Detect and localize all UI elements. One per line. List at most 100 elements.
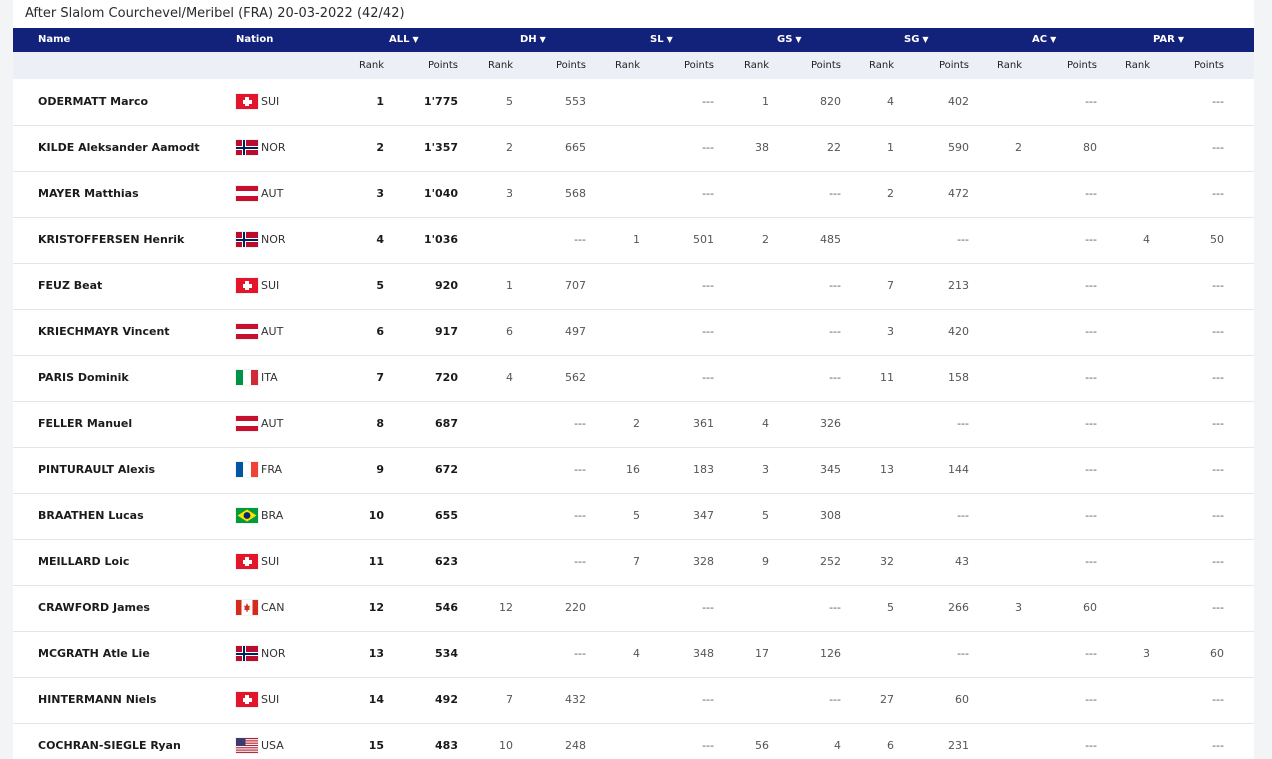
athlete-name-link[interactable]: KILDE Aleksander Aamodt bbox=[38, 125, 200, 170]
dh-points: 497 bbox=[565, 325, 586, 338]
table-row[interactable]: KILDE Aleksander Aamodt NOR 2 1'357 2 665 --- 3… bbox=[13, 125, 1254, 172]
sg-points: 43 bbox=[955, 555, 969, 568]
athlete-name-link[interactable]: ODERMATT Marco bbox=[38, 79, 148, 124]
sl-rank: 7 bbox=[633, 555, 640, 568]
table-row[interactable]: ODERMATT Marco SUI 1 1'775 5 553 --- 1 820 4 402 --… bbox=[13, 79, 1254, 126]
header-sort-sl[interactable]: SL ▼ bbox=[650, 28, 673, 52]
table-row[interactable]: MAYER Matthias AUT 3 1'040 3 568 --- --- 2 472 ---… bbox=[13, 171, 1254, 218]
par-points: --- bbox=[1212, 95, 1224, 108]
dh-points: 248 bbox=[565, 739, 586, 752]
gs-points: 126 bbox=[820, 647, 841, 660]
par-points: --- bbox=[1212, 279, 1224, 292]
par-points: --- bbox=[1212, 739, 1224, 752]
header-sort-gs[interactable]: GS ▼ bbox=[777, 28, 802, 52]
gs-points: 308 bbox=[820, 509, 841, 522]
subheader-rank-sg: Rank bbox=[869, 60, 894, 71]
table-row[interactable]: FELLER Manuel AUT 8 687 --- 2 361 4 326 --- --- --- bbox=[13, 401, 1254, 448]
table-row[interactable]: MEILLARD Loic SUI 11 623 --- 7 328 9 252 32 43 --- -… bbox=[13, 539, 1254, 586]
gs-points: 485 bbox=[820, 233, 841, 246]
gs-points: --- bbox=[829, 371, 841, 384]
gs-rank: 2 bbox=[762, 233, 769, 246]
table-row[interactable]: PINTURAULT Alexis FRA 9 672 --- 16 183 3 345 13 14… bbox=[13, 447, 1254, 494]
table-row[interactable]: KRISTOFFERSEN Henrik NOR 4 1'036 --- 1 501 2 485… bbox=[13, 217, 1254, 264]
all-points: 1'357 bbox=[424, 141, 458, 154]
flag-sui-icon bbox=[236, 94, 258, 109]
header-sort-all[interactable]: ALL ▼ bbox=[389, 28, 419, 52]
gs-points: 4 bbox=[834, 739, 841, 752]
subheader-rank-all: Rank bbox=[359, 60, 384, 71]
dh-rank: 3 bbox=[506, 187, 513, 200]
all-rank: 6 bbox=[376, 325, 384, 338]
table-row[interactable]: HINTERMANN Niels SUI 14 492 7 432 --- --- 27 60 --… bbox=[13, 677, 1254, 724]
ac-points: --- bbox=[1085, 509, 1097, 522]
dh-points: 562 bbox=[565, 371, 586, 384]
subheader-rank-sl: Rank bbox=[615, 60, 640, 71]
table-row[interactable]: KRIECHMAYR Vincent AUT 6 917 6 497 --- --- 3 420 -… bbox=[13, 309, 1254, 356]
sg-points: --- bbox=[957, 417, 969, 430]
table-row[interactable]: CRAWFORD James CAN 12 546 12 220 --- --- 5 266 3 60… bbox=[13, 585, 1254, 632]
athlete-name-link[interactable]: KRISTOFFERSEN Henrik bbox=[38, 217, 184, 262]
sl-points: 183 bbox=[693, 463, 714, 476]
sl-points: --- bbox=[702, 371, 714, 384]
ac-points: --- bbox=[1085, 555, 1097, 568]
sg-rank: 27 bbox=[880, 693, 894, 706]
gs-rank: 1 bbox=[762, 95, 769, 108]
all-rank: 7 bbox=[376, 371, 384, 384]
all-points: 1'775 bbox=[424, 95, 458, 108]
athlete-name-link[interactable]: MCGRATH Atle Lie bbox=[38, 631, 150, 676]
athlete-name-link[interactable]: CRAWFORD James bbox=[38, 585, 150, 630]
header-sort-par[interactable]: PAR ▼ bbox=[1153, 28, 1184, 52]
header-sort-sg[interactable]: SG ▼ bbox=[904, 28, 929, 52]
par-points: --- bbox=[1212, 371, 1224, 384]
athlete-name-link[interactable]: HINTERMANN Niels bbox=[38, 677, 156, 722]
dh-points: 665 bbox=[565, 141, 586, 154]
header-sort-dh[interactable]: DH ▼ bbox=[520, 28, 546, 52]
subheader-points-ac: Points bbox=[1066, 60, 1097, 71]
gs-rank: 17 bbox=[755, 647, 769, 660]
all-points: 1'040 bbox=[424, 187, 458, 200]
sg-points: 158 bbox=[948, 371, 969, 384]
athlete-name-link[interactable]: MAYER Matthias bbox=[38, 171, 139, 216]
table-row[interactable]: BRAATHEN Lucas BRA 10 655 --- 5 347 5 308 --- --- -… bbox=[13, 493, 1254, 540]
gs-points: 345 bbox=[820, 463, 841, 476]
athlete-name-link[interactable]: COCHRAN-SIEGLE Ryan bbox=[38, 723, 181, 759]
sl-points: --- bbox=[702, 601, 714, 614]
sort-down-icon: ▼ bbox=[539, 35, 546, 44]
flag-can-icon bbox=[236, 600, 258, 615]
ac-points: --- bbox=[1085, 647, 1097, 660]
sl-points: --- bbox=[702, 739, 714, 752]
par-points: --- bbox=[1212, 693, 1224, 706]
nation-code: SUI bbox=[261, 555, 280, 568]
sl-points: --- bbox=[702, 141, 714, 154]
table-row[interactable]: COCHRAN-SIEGLE Ryan USA 15 483 10 248 --- 56 4 6 2… bbox=[13, 723, 1254, 759]
sl-points: 361 bbox=[693, 417, 714, 430]
sg-points: --- bbox=[957, 647, 969, 660]
par-rank: 4 bbox=[1143, 233, 1150, 246]
table-row[interactable]: FEUZ Beat SUI 5 920 1 707 --- --- 7 213 --- --- bbox=[13, 263, 1254, 310]
sg-points: --- bbox=[957, 233, 969, 246]
ac-points: --- bbox=[1085, 739, 1097, 752]
athlete-name-link[interactable]: PINTURAULT Alexis bbox=[38, 447, 155, 492]
par-points: --- bbox=[1212, 187, 1224, 200]
athlete-name-link[interactable]: BRAATHEN Lucas bbox=[38, 493, 144, 538]
athlete-name-link[interactable]: PARIS Dominik bbox=[38, 355, 129, 400]
athlete-name-link[interactable]: KRIECHMAYR Vincent bbox=[38, 309, 170, 354]
all-rank: 4 bbox=[376, 233, 384, 246]
par-points: --- bbox=[1212, 555, 1224, 568]
sg-points: 402 bbox=[948, 95, 969, 108]
sl-points: 347 bbox=[693, 509, 714, 522]
all-points: 483 bbox=[435, 739, 458, 752]
dh-points: --- bbox=[574, 233, 586, 246]
all-rank: 5 bbox=[376, 279, 384, 292]
ac-points: --- bbox=[1085, 371, 1097, 384]
athlete-name-link[interactable]: MEILLARD Loic bbox=[38, 539, 129, 584]
sort-down-icon: ▼ bbox=[666, 35, 673, 44]
ac-points: --- bbox=[1085, 233, 1097, 246]
athlete-name-link[interactable]: FEUZ Beat bbox=[38, 263, 102, 308]
header-sort-ac[interactable]: AC ▼ bbox=[1032, 28, 1056, 52]
table-row[interactable]: MCGRATH Atle Lie NOR 13 534 --- 4 348 17 126 --- -… bbox=[13, 631, 1254, 678]
all-rank: 9 bbox=[376, 463, 384, 476]
athlete-name-link[interactable]: FELLER Manuel bbox=[38, 401, 132, 446]
sg-points: 231 bbox=[948, 739, 969, 752]
table-row[interactable]: PARIS Dominik ITA 7 720 4 562 --- --- 11 158 --- --… bbox=[13, 355, 1254, 402]
